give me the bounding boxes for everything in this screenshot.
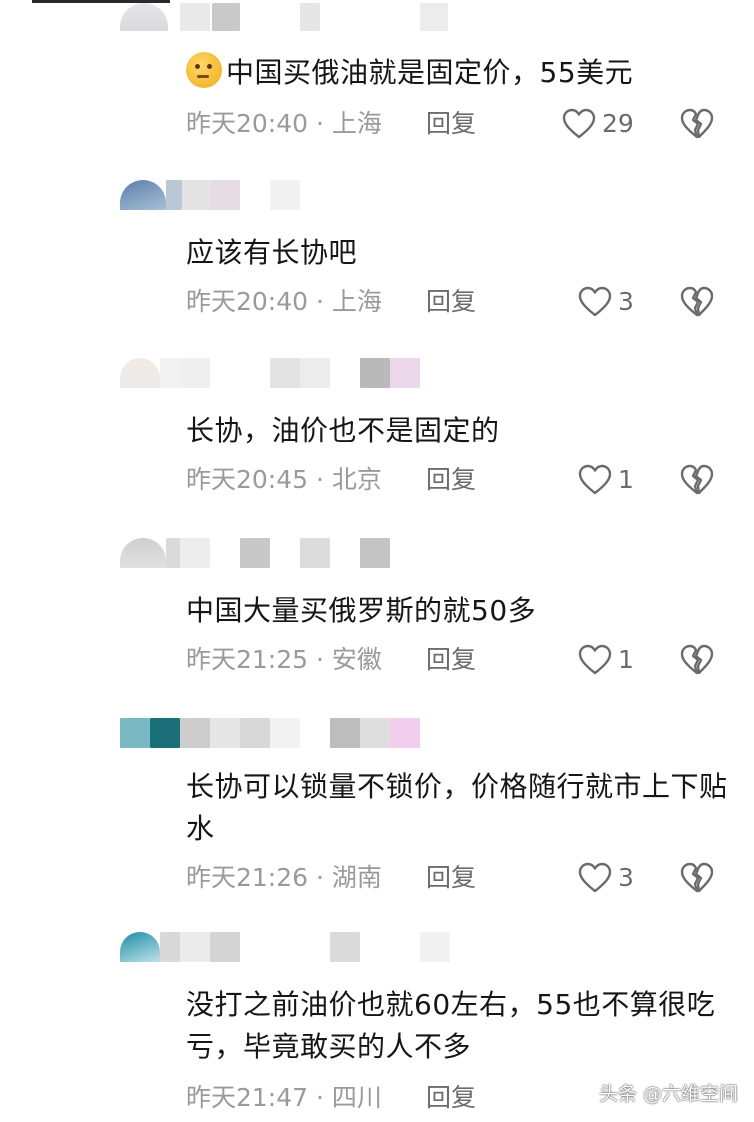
like-count: 1: [618, 645, 634, 674]
user-info-blurred: [120, 3, 448, 33]
like-button[interactable]: 1: [578, 460, 634, 500]
comment-time-location: 昨天21:25 · 安徽: [186, 645, 382, 674]
heart-outline-icon: [562, 108, 596, 139]
comment-time-location: 昨天20:40 · 上海: [186, 109, 382, 138]
comment-list-page: 中国买俄油就是固定价，55美元 昨天20:40 · 上海 回复 29 应该有长协…: [0, 0, 754, 1122]
reply-button[interactable]: 回复: [426, 1078, 476, 1118]
heart-outline-icon: [578, 862, 612, 893]
comment-time-location: 昨天20:45 · 北京: [186, 465, 382, 494]
broken-heart-icon[interactable]: [680, 464, 714, 496]
reply-button[interactable]: 回复: [426, 460, 476, 500]
comment-time-location: 昨天21:26 · 湖南: [186, 863, 382, 892]
like-button[interactable]: 1: [578, 640, 634, 680]
comment-meta: 昨天20:45 · 北京 回复 1: [186, 460, 734, 500]
comment-body: 中国买俄油就是固定价，55美元: [226, 56, 634, 89]
like-count: 3: [618, 863, 634, 892]
comment-meta: 昨天21:26 · 湖南 回复 3: [186, 858, 734, 898]
user-info-blurred: [120, 538, 440, 568]
like-button[interactable]: 29: [562, 104, 634, 144]
broken-heart-icon[interactable]: [680, 644, 714, 676]
watermark-label: 头条 @六维空间: [598, 1083, 738, 1105]
comment-meta: 昨天20:40 · 上海 回复 3: [186, 282, 734, 322]
like-button[interactable]: 3: [578, 282, 634, 322]
comment-time-location: 昨天20:40 · 上海: [186, 287, 382, 316]
heart-outline-icon: [578, 464, 612, 495]
reply-button[interactable]: 回复: [426, 282, 476, 322]
comment-time-location: 昨天21:47 · 四川: [186, 1083, 382, 1112]
user-info-blurred: [120, 358, 440, 388]
broken-heart-icon[interactable]: [680, 286, 714, 318]
reply-button[interactable]: 回复: [426, 640, 476, 680]
comment-text: 应该有长协吧: [186, 236, 358, 269]
comment-text: 没打之前油价也就60左右，55也不算很吃亏，毕竟敢买的人不多: [186, 988, 716, 1063]
heart-outline-icon: [578, 286, 612, 317]
thinking-face-emoji-icon: [186, 52, 222, 88]
reply-button[interactable]: 回复: [426, 858, 476, 898]
like-count: 29: [602, 109, 634, 138]
user-info-blurred: [120, 718, 440, 748]
user-info-blurred: [120, 180, 440, 210]
like-button[interactable]: 3: [578, 858, 634, 898]
like-count: 3: [618, 287, 634, 316]
comment-meta: 昨天21:25 · 安徽 回复 1: [186, 640, 734, 680]
broken-heart-icon[interactable]: [680, 862, 714, 894]
comment-text: 中国买俄油就是固定价，55美元: [186, 52, 734, 94]
comment-meta: 昨天20:40 · 上海 回复 29: [186, 104, 734, 144]
broken-heart-icon[interactable]: [680, 108, 714, 140]
comment-text: 长协可以锁量不锁价，价格随行就市上下贴水: [186, 770, 728, 845]
comment-text: 中国大量买俄罗斯的就50多: [186, 594, 537, 627]
comment-text: 长协，油价也不是固定的: [186, 414, 500, 447]
like-count: 1: [618, 465, 634, 494]
reply-button[interactable]: 回复: [426, 104, 476, 144]
user-info-blurred: [120, 932, 460, 962]
heart-outline-icon: [578, 644, 612, 675]
